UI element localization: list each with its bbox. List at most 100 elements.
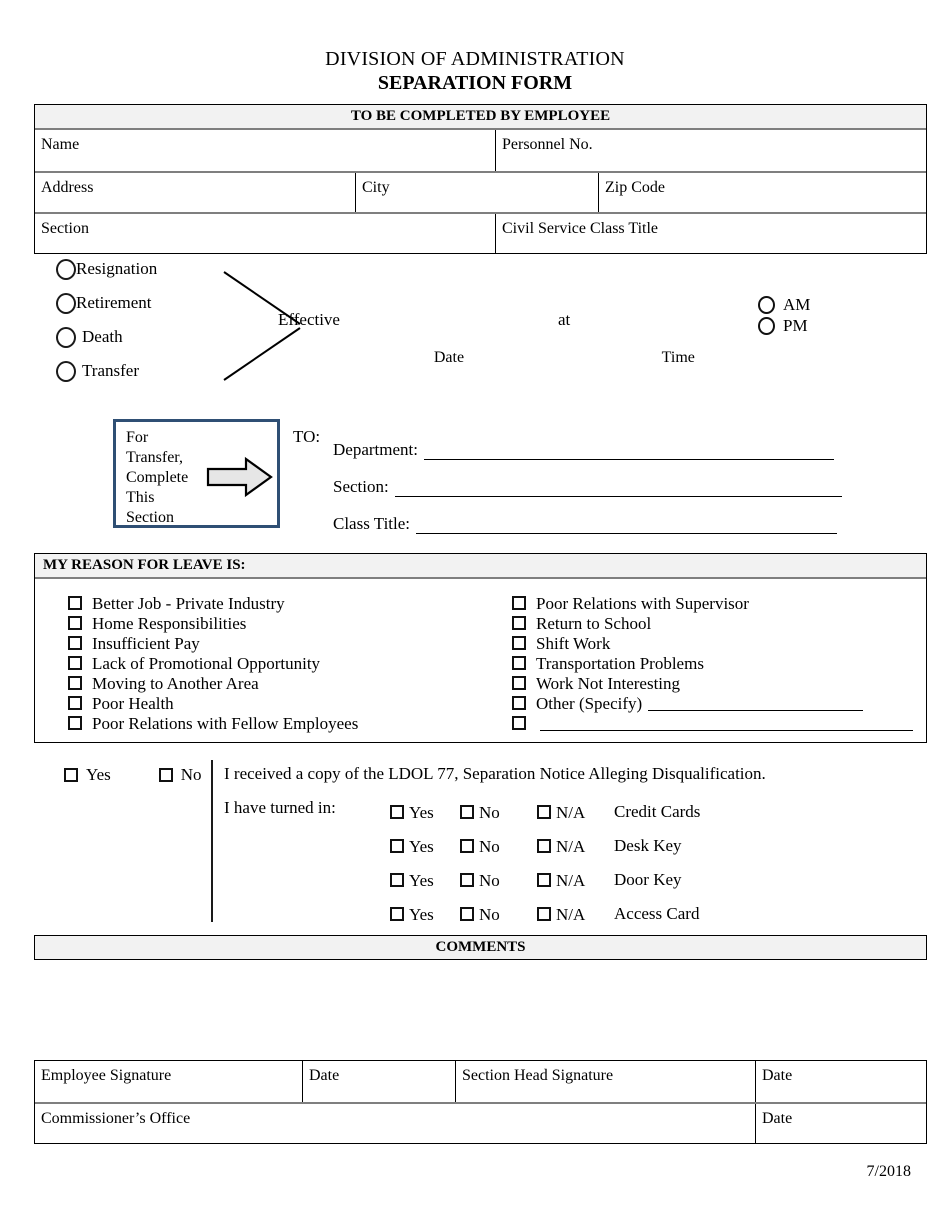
- checkbox-icon[interactable]: [68, 636, 82, 650]
- field-city[interactable]: City: [355, 173, 598, 212]
- radio-circle-icon[interactable]: [56, 292, 76, 314]
- checkbox-lack-of-promotional-opportunity[interactable]: Lack of Promotional Opportunity: [68, 653, 500, 673]
- checkbox-icon[interactable]: [390, 805, 404, 819]
- checkbox-poor-relations-with-supervisor[interactable]: Poor Relations with Supervisor: [511, 593, 926, 613]
- checkbox-work-not-interesting[interactable]: Work Not Interesting: [511, 673, 926, 693]
- checkbox-better-job-private-industry[interactable]: Better Job - Private Industry: [68, 593, 500, 613]
- turned-in-yes-desk-key[interactable]: Yes: [390, 837, 460, 856]
- field-employee-date[interactable]: Date: [302, 1061, 455, 1102]
- checkbox-other-specify[interactable]: Other (Specify): [511, 693, 926, 713]
- turned-in-na-door-key[interactable]: N/A: [537, 871, 614, 890]
- transfer-class-title-row: Class Title:: [333, 497, 842, 534]
- checkbox-icon[interactable]: [460, 873, 474, 887]
- checkbox-poor-relations-with-fellow-employees[interactable]: Poor Relations with Fellow Employees: [68, 713, 500, 733]
- comments-header: COMMENTS: [35, 936, 926, 959]
- field-commissioners-date[interactable]: Date: [755, 1104, 926, 1143]
- checkbox-icon[interactable]: [537, 839, 551, 853]
- other-blank-input[interactable]: [539, 715, 913, 731]
- checkbox-icon[interactable]: [511, 716, 526, 730]
- checkbox-icon[interactable]: [68, 596, 82, 610]
- radio-circle-icon[interactable]: [56, 326, 76, 348]
- checkbox-icon[interactable]: [511, 656, 526, 670]
- option-label: N/A: [556, 870, 586, 890]
- department-input[interactable]: [423, 442, 834, 460]
- radio-resignation[interactable]: Resignation: [56, 252, 246, 286]
- checkbox-icon[interactable]: [511, 636, 526, 650]
- checkbox-shift-work[interactable]: Shift Work: [511, 633, 926, 653]
- reason-options-left: Better Job - Private Industry Home Respo…: [35, 593, 500, 733]
- checkbox-icon[interactable]: [460, 839, 474, 853]
- field-personnel-no[interactable]: Personnel No.: [495, 130, 926, 171]
- option-label: No: [479, 802, 500, 822]
- field-section[interactable]: Section: [35, 214, 495, 253]
- field-employee-signature[interactable]: Employee Signature: [35, 1061, 302, 1102]
- class-title-label: Class Title:: [333, 514, 411, 533]
- checkbox-icon[interactable]: [390, 907, 404, 921]
- checkbox-moving-to-another-area[interactable]: Moving to Another Area: [68, 673, 500, 693]
- reason-options-right: Poor Relations with Supervisor Return to…: [500, 593, 926, 733]
- checkbox-icon[interactable]: [537, 805, 551, 819]
- checkbox-icon[interactable]: [511, 596, 526, 610]
- checkbox-transportation-problems[interactable]: Transportation Problems: [511, 653, 926, 673]
- checkbox-icon[interactable]: [68, 716, 82, 730]
- section-input[interactable]: [394, 479, 842, 497]
- radio-label-retirement: Retirement: [76, 293, 152, 312]
- turned-in-yes-credit-cards[interactable]: Yes: [390, 803, 460, 822]
- to-label: TO:: [293, 427, 321, 446]
- option-label: Yes: [409, 836, 434, 856]
- checkbox-icon[interactable]: [68, 616, 82, 630]
- field-address[interactable]: Address: [35, 173, 355, 212]
- field-commissioners-office[interactable]: Commissioner’s Office: [35, 1104, 755, 1143]
- checkbox-return-to-school[interactable]: Return to School: [511, 613, 926, 633]
- other-specify-input[interactable]: [648, 695, 864, 711]
- checkbox-icon[interactable]: [460, 907, 474, 921]
- checkbox-icon[interactable]: [511, 616, 526, 630]
- checkbox-poor-health[interactable]: Poor Health: [68, 693, 500, 713]
- turned-in-no-access-card[interactable]: No: [460, 905, 537, 924]
- checkbox-icon[interactable]: [537, 907, 551, 921]
- checkbox-icon[interactable]: [68, 696, 82, 710]
- radio-death[interactable]: Death: [56, 320, 246, 354]
- checkbox-icon[interactable]: [64, 767, 78, 782]
- checkbox-icon[interactable]: [511, 676, 526, 690]
- turned-in-na-access-card[interactable]: N/A: [537, 905, 614, 924]
- checkbox-icon[interactable]: [158, 767, 173, 782]
- transfer-department-row: Department:: [333, 423, 842, 460]
- radio-circle-icon[interactable]: [56, 360, 76, 382]
- field-section-head-signature[interactable]: Section Head Signature: [455, 1061, 755, 1102]
- field-name[interactable]: Name: [35, 130, 495, 171]
- comments-section: COMMENTS: [34, 935, 927, 960]
- turned-in-no-credit-cards[interactable]: No: [460, 803, 537, 822]
- option-label: No: [479, 836, 500, 856]
- radio-pm[interactable]: PM: [758, 315, 810, 336]
- checkbox-icon[interactable]: [390, 873, 404, 887]
- section-label: Section:: [333, 477, 389, 496]
- radio-circle-icon[interactable]: [758, 295, 775, 314]
- option-label: N/A: [556, 904, 586, 924]
- field-section-head-date[interactable]: Date: [755, 1061, 926, 1102]
- checkbox-icon[interactable]: [68, 676, 82, 690]
- radio-retirement[interactable]: Retirement: [56, 286, 246, 320]
- field-zip-code[interactable]: Zip Code: [598, 173, 926, 212]
- checkbox-icon[interactable]: [460, 805, 474, 819]
- radio-transfer[interactable]: Transfer: [56, 354, 246, 388]
- turned-in-yes-access-card[interactable]: Yes: [390, 905, 460, 924]
- checkbox-other-blank[interactable]: [511, 713, 926, 733]
- checkbox-icon[interactable]: [511, 696, 526, 710]
- radio-circle-icon[interactable]: [56, 258, 76, 280]
- checkbox-insufficient-pay[interactable]: Insufficient Pay: [68, 633, 500, 653]
- checkbox-icon[interactable]: [537, 873, 551, 887]
- turned-in-na-desk-key[interactable]: N/A: [537, 837, 614, 856]
- turned-in-no-door-key[interactable]: No: [460, 871, 537, 890]
- turned-in-yes-door-key[interactable]: Yes: [390, 871, 460, 890]
- checkbox-home-responsibilities[interactable]: Home Responsibilities: [68, 613, 500, 633]
- radio-am[interactable]: AM: [758, 294, 810, 315]
- turned-in-no-desk-key[interactable]: No: [460, 837, 537, 856]
- ldol-yes-label: Yes: [86, 765, 111, 784]
- field-civil-service-class-title[interactable]: Civil Service Class Title: [495, 214, 926, 253]
- checkbox-icon[interactable]: [68, 656, 82, 670]
- class-title-input[interactable]: [416, 516, 838, 534]
- radio-circle-icon[interactable]: [758, 316, 775, 335]
- checkbox-icon[interactable]: [390, 839, 404, 853]
- turned-in-na-credit-cards[interactable]: N/A: [537, 803, 614, 822]
